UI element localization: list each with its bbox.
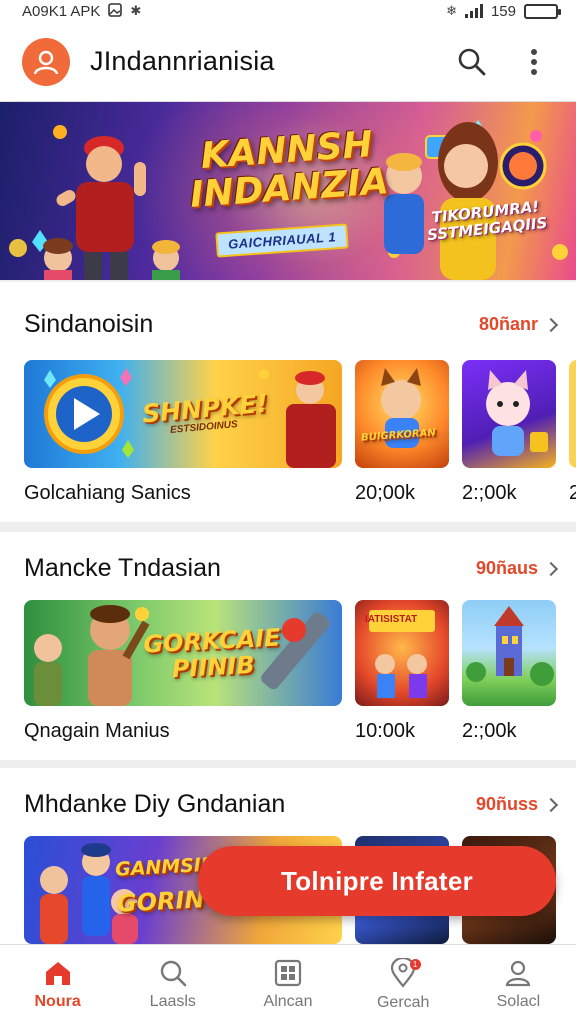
battery-icon [524, 3, 561, 19]
chevron-right-icon [543, 317, 559, 332]
card-label: 20;00k [355, 482, 416, 504]
vibrate-icon: ❄ [446, 3, 457, 18]
see-all-label: 80ñanr [478, 314, 538, 334]
card-label: Golcahiang Sanics [24, 482, 191, 504]
section-header: Mancke Tndasian 90ñaus [24, 554, 559, 583]
app-bar: JIndannrianisia [0, 22, 576, 102]
see-all-label: 90ñaus [475, 558, 538, 578]
grid-icon [274, 959, 302, 986]
game-card-featured[interactable]: GORKCAIE PIINIB [24, 600, 342, 706]
image-notification-icon [108, 2, 123, 20]
banner-title: GORKCAIE PIINIB [143, 623, 283, 683]
see-all-label: 90ñuss [475, 794, 538, 814]
nav-item-grid[interactable]: Alncan [230, 945, 345, 1024]
thumb-art [466, 606, 554, 686]
hero-title: KANNSH INDANZIA [186, 124, 391, 216]
card-label: 2 [569, 482, 576, 504]
search-button[interactable] [452, 42, 492, 82]
nav-label: Alncan [263, 992, 313, 1010]
section-title: Sindanoisin [24, 310, 154, 338]
see-all-link[interactable]: 90ñaus [475, 558, 559, 579]
game-card-thumb-3[interactable] [569, 360, 576, 468]
search-icon [160, 960, 187, 986]
section-header: Sindanoisin 80ñanr [24, 310, 559, 339]
signal-icon [464, 4, 483, 18]
card-label: 2:;00k [462, 720, 517, 742]
home-icon [45, 961, 70, 985]
thumb-art [381, 368, 421, 448]
nav-label: Gercah [376, 993, 430, 1011]
game-card-featured[interactable]: SHNPKE! ESTSIDOINUS [24, 360, 342, 468]
nav-item-search[interactable]: Laasls [115, 945, 230, 1024]
more-options-button[interactable] [514, 42, 554, 82]
game-card-thumb-2[interactable] [462, 360, 556, 468]
chevron-right-icon [543, 561, 559, 576]
battery-percent: 159 [490, 2, 516, 20]
app-title: JIndannrianisia [90, 46, 275, 76]
hero-banner[interactable]: KANNSH INDANZIA GAICHRIAUAL 1 TIKORUMRA!… [0, 102, 576, 280]
nav-label: Noura [34, 992, 81, 1010]
section-1: Sindanoisin 80ñanr SHNPKE! ESTSIDOINUS B… [0, 282, 576, 522]
card-label: 10:00k [355, 720, 416, 742]
more-vert-icon [531, 48, 537, 75]
see-all-link[interactable]: 90ñuss [475, 794, 559, 815]
user-icon [506, 960, 531, 986]
thumb-title: IATISISTAT [365, 614, 418, 625]
card-label: 2:;00k [462, 482, 517, 504]
install-button[interactable]: Tolnipre Infater [198, 846, 556, 916]
nav-item-home[interactable]: Noura [0, 945, 115, 1024]
nav-item-profile[interactable]: Solacl [461, 945, 576, 1024]
nav-label: Solacl [496, 992, 541, 1010]
see-all-link[interactable]: 80ñanr [478, 314, 559, 335]
status-text: A09K1 APK [22, 2, 101, 20]
sparkle-notification-icon: ✱ [130, 3, 142, 18]
thumb-art [486, 370, 548, 456]
chevron-right-icon [543, 797, 559, 812]
game-card-thumb-1[interactable]: BUIGRKORAN [355, 360, 449, 468]
section-2: Mancke Tndasian 90ñaus GORKCAIE PIINIB I… [0, 532, 576, 760]
game-card-thumb-1[interactable]: IATISISTAT [355, 600, 449, 706]
avatar[interactable] [22, 37, 70, 86]
card-label: Qnagain Manius [24, 720, 170, 742]
section-header: Mhdanke Diy Gndanian 90ñuss [24, 790, 559, 819]
game-card-thumb-2[interactable] [462, 600, 556, 706]
section-title: Mhdanke Diy Gndanian [24, 790, 286, 818]
status-bar: A09K1 APK ✱ ❄ 159 [0, 0, 576, 22]
nav-item-location[interactable]: 1 Gercah [346, 945, 461, 1024]
search-icon [458, 48, 486, 75]
user-avatar-icon [33, 50, 59, 74]
notification-badge: 1 [409, 959, 421, 970]
bottom-nav: Noura Laasls Alncan 1 Gercah Solacl [0, 944, 576, 1024]
nav-label: Laasls [149, 992, 196, 1010]
section-title: Mancke Tndasian [24, 554, 221, 582]
